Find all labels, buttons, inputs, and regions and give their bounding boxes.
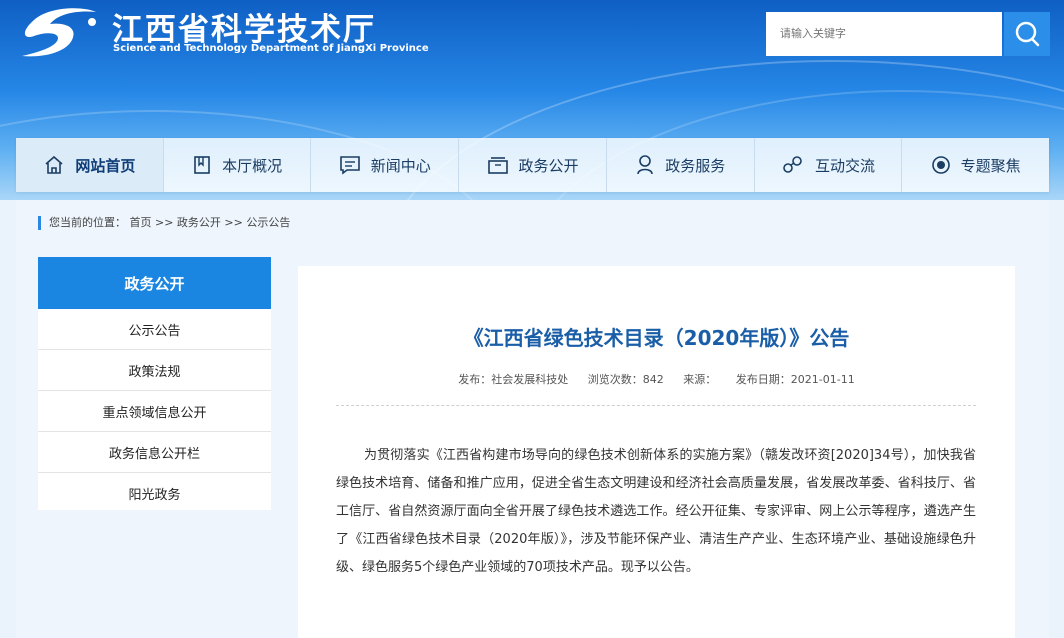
bookmark-icon — [194, 156, 210, 174]
search-icon — [1015, 21, 1040, 47]
logo-icon[interactable] — [14, 2, 104, 62]
nav-label: 政务服务 — [665, 156, 726, 175]
nav-item-interaction[interactable]: 互动交流 — [755, 138, 903, 192]
sidebar-item-key-info[interactable]: 重点领域信息公开 — [38, 391, 271, 432]
breadcrumb: 您当前的位置： 首页 >> 政务公开 >> 公示公告 — [38, 216, 290, 230]
main-nav: 网站首页 本厅概况 新闻中心 政务公开 政务服务 互动交流 专题聚焦 — [16, 138, 1049, 192]
article-views: 浏览次数：842 — [587, 373, 664, 386]
sidebar-item-policies[interactable]: 政策法规 — [38, 350, 271, 391]
sidebar: 政务公开 公示公告 政策法规 重点领域信息公开 政务信息公开栏 阳光政务 — [38, 257, 271, 510]
nav-item-topics[interactable]: 专题聚焦 — [902, 138, 1049, 192]
nav-label: 专题聚焦 — [960, 156, 1021, 175]
nav-label: 本厅概况 — [222, 156, 283, 175]
nav-label: 新闻中心 — [370, 156, 431, 175]
site-subtitle: Science and Technology Department of Jia… — [113, 43, 429, 54]
home-icon — [45, 155, 63, 174]
article-date: 发布日期：2021-01-11 — [735, 373, 855, 386]
article-title: 《江西省绿色技术目录（2020年版）》公告 — [463, 326, 850, 350]
search-button[interactable] — [1004, 12, 1050, 56]
divider — [336, 405, 976, 406]
sidebar-title: 政务公开 — [38, 257, 271, 309]
nav-item-services[interactable]: 政务服务 — [607, 138, 755, 192]
nav-label: 互动交流 — [814, 156, 875, 175]
article-publisher: 发布：社会发展科技处 — [458, 373, 569, 386]
nav-item-overview[interactable]: 本厅概况 — [164, 138, 312, 192]
target-icon — [931, 156, 950, 174]
article-body: 为贯彻落实《江西省构建市场导向的绿色技术创新体系的实施方案》（赣发改环资[202… — [336, 448, 976, 575]
article-panel: 《江西省绿色技术目录（2020年版）》公告 发布：社会发展科技处 浏览次数：84… — [298, 266, 1015, 638]
folder-icon — [487, 157, 508, 174]
message-icon — [339, 156, 360, 175]
nav-item-home[interactable]: 网站首页 — [16, 138, 164, 192]
nav-item-news[interactable]: 新闻中心 — [311, 138, 460, 192]
user-icon — [637, 155, 654, 175]
chat-icon — [783, 156, 802, 173]
article-source: 来源： — [683, 373, 717, 386]
search-input[interactable] — [766, 12, 1002, 56]
nav-label: 网站首页 — [75, 156, 136, 175]
nav-label: 政务公开 — [518, 156, 579, 175]
sidebar-item-info-column[interactable]: 政务信息公开栏 — [38, 432, 271, 473]
nav-item-affairs[interactable]: 政务公开 — [459, 138, 607, 192]
sidebar-item-announcements[interactable]: 公示公告 — [38, 309, 271, 350]
article-meta: 发布：社会发展科技处 浏览次数：842 来源： 发布日期：2021-01-11 — [298, 371, 1015, 387]
sidebar-item-sunshine[interactable]: 阳光政务 — [38, 473, 271, 513]
